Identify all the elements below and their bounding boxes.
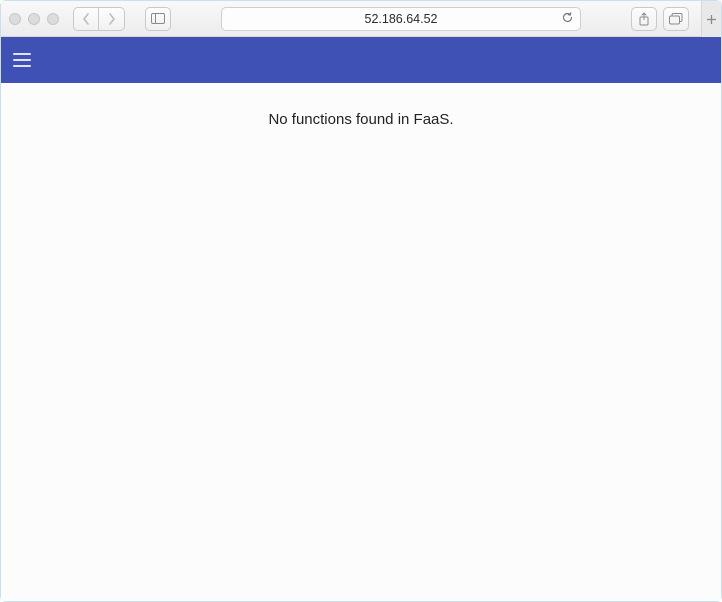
- app-header: [1, 37, 721, 83]
- chevron-left-icon: [82, 13, 90, 25]
- share-button[interactable]: [631, 7, 657, 31]
- sidebar-icon: [151, 13, 165, 24]
- menu-button[interactable]: [13, 47, 39, 73]
- browser-toolbar: 52.186.64.52: [1, 1, 721, 37]
- back-button[interactable]: [73, 7, 99, 31]
- forward-button[interactable]: [99, 7, 125, 31]
- reload-button[interactable]: [561, 11, 574, 24]
- tabs-icon: [669, 13, 683, 25]
- nav-buttons: [73, 7, 125, 31]
- close-window-button[interactable]: [9, 13, 21, 25]
- minimize-window-button[interactable]: [28, 13, 40, 25]
- page-content: No functions found in FaaS.: [1, 83, 721, 601]
- reload-icon: [561, 11, 574, 24]
- zoom-window-button[interactable]: [47, 13, 59, 25]
- new-tab-button[interactable]: [701, 1, 721, 37]
- address-text: 52.186.64.52: [365, 12, 438, 26]
- sidebar-toggle-button[interactable]: [145, 7, 171, 31]
- empty-state-message: No functions found in FaaS.: [1, 111, 721, 128]
- chevron-right-icon: [108, 13, 116, 25]
- share-icon: [638, 12, 650, 26]
- hamburger-icon: [13, 53, 31, 55]
- address-bar[interactable]: 52.186.64.52: [221, 7, 581, 31]
- tabs-button[interactable]: [663, 7, 689, 31]
- window-controls: [9, 13, 65, 25]
- plus-icon: [706, 14, 717, 25]
